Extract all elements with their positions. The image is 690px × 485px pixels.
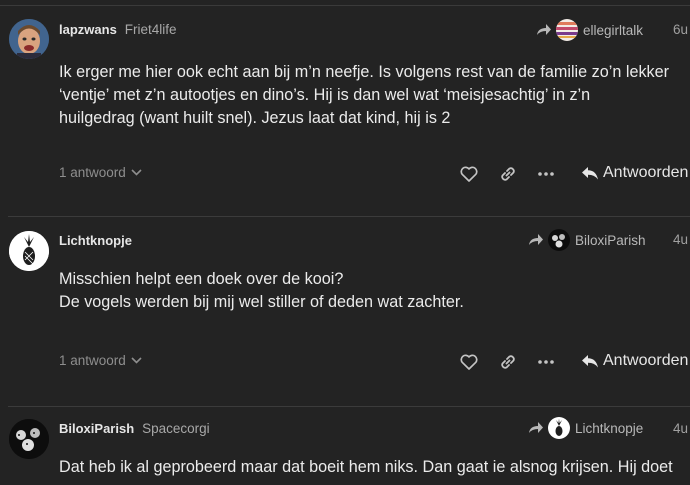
link-icon bbox=[501, 167, 515, 181]
post-paragraph: Misschien helpt een doek over de kooi? bbox=[59, 270, 344, 288]
share-link-button[interactable] bbox=[498, 164, 518, 184]
author-name[interactable]: lapzwans Friet4life bbox=[59, 22, 177, 37]
avatar[interactable] bbox=[9, 231, 49, 271]
like-button[interactable] bbox=[459, 164, 479, 184]
link-icon bbox=[501, 355, 515, 369]
chevron-down-icon bbox=[131, 169, 142, 176]
post-lichtknopje: Lichtknopje BiloxiParish 4u Misschien he… bbox=[0, 218, 690, 408]
share-arrow-icon bbox=[537, 24, 551, 35]
author-name[interactable]: Lichtknopje bbox=[59, 233, 132, 248]
reply-to-username: Lichtknopje bbox=[575, 420, 644, 436]
heart-icon bbox=[460, 166, 478, 182]
chevron-down-icon bbox=[131, 357, 142, 364]
reply-to-username: BiloxiParish bbox=[575, 232, 646, 248]
avatar[interactable] bbox=[9, 419, 49, 459]
post-paragraph: De vogels werden bij mij wel stiller of … bbox=[59, 293, 464, 311]
reply-to-username: ellegirltalk bbox=[583, 22, 644, 38]
post-body: Dat heb ik al geprobeerd maar dat boeit … bbox=[59, 456, 673, 479]
reply-arrow-icon bbox=[582, 354, 598, 367]
reply-label: Antwoorden bbox=[603, 352, 689, 369]
user-flair: Spacecorgi bbox=[142, 421, 210, 436]
replies-toggle[interactable]: 1 antwoord bbox=[59, 165, 142, 180]
reply-to-user[interactable]: Lichtknopje bbox=[528, 417, 643, 439]
reply-arrow-icon bbox=[582, 166, 598, 179]
replies-toggle[interactable]: 1 antwoord bbox=[59, 353, 142, 368]
user-flair: Friet4life bbox=[124, 22, 177, 37]
reply-label: Antwoorden bbox=[603, 164, 689, 181]
reply-to-avatar bbox=[548, 229, 570, 251]
more-options-button[interactable] bbox=[536, 352, 556, 372]
post-divider bbox=[8, 216, 690, 217]
replies-count: 1 antwoord bbox=[59, 165, 126, 180]
author-name[interactable]: BiloxiParish Spacecorgi bbox=[59, 421, 210, 436]
reply-to-user[interactable]: BiloxiParish bbox=[528, 229, 646, 251]
post-biloxiparish: BiloxiParish Spacecorgi Lichtknopje 4u Da… bbox=[0, 408, 690, 485]
reply-button[interactable]: Antwoorden bbox=[581, 164, 688, 182]
ellipsis-icon bbox=[538, 172, 554, 176]
post-time[interactable]: 4u bbox=[673, 232, 688, 247]
reply-to-avatar bbox=[556, 19, 578, 41]
post-body: Ik erger me hier ook echt aan bij m’n ne… bbox=[59, 61, 670, 130]
like-button[interactable] bbox=[459, 352, 479, 372]
post-body: Misschien helpt een doek over de kooi? D… bbox=[59, 268, 670, 314]
post-time[interactable]: 6u bbox=[673, 22, 688, 37]
reply-to-avatar bbox=[548, 417, 570, 439]
ellipsis-icon bbox=[538, 360, 554, 364]
post-lapzwans: lapzwans Friet4life ellegirltalk 6u Ik er… bbox=[0, 0, 690, 217]
more-options-button[interactable] bbox=[536, 164, 556, 184]
avatar[interactable] bbox=[9, 19, 49, 59]
share-link-button[interactable] bbox=[498, 352, 518, 372]
reply-to-user[interactable]: ellegirltalk bbox=[536, 19, 643, 41]
share-arrow-icon bbox=[529, 234, 543, 245]
replies-count: 1 antwoord bbox=[59, 353, 126, 368]
share-arrow-icon bbox=[529, 422, 543, 433]
heart-icon bbox=[460, 354, 478, 370]
post-time[interactable]: 4u bbox=[673, 421, 688, 436]
post-paragraph: Dat heb ik al geprobeerd maar dat boeit … bbox=[59, 458, 673, 476]
post-paragraph: Ik erger me hier ook echt aan bij m’n ne… bbox=[59, 63, 670, 127]
post-divider bbox=[8, 406, 690, 407]
reply-button[interactable]: Antwoorden bbox=[581, 352, 688, 370]
